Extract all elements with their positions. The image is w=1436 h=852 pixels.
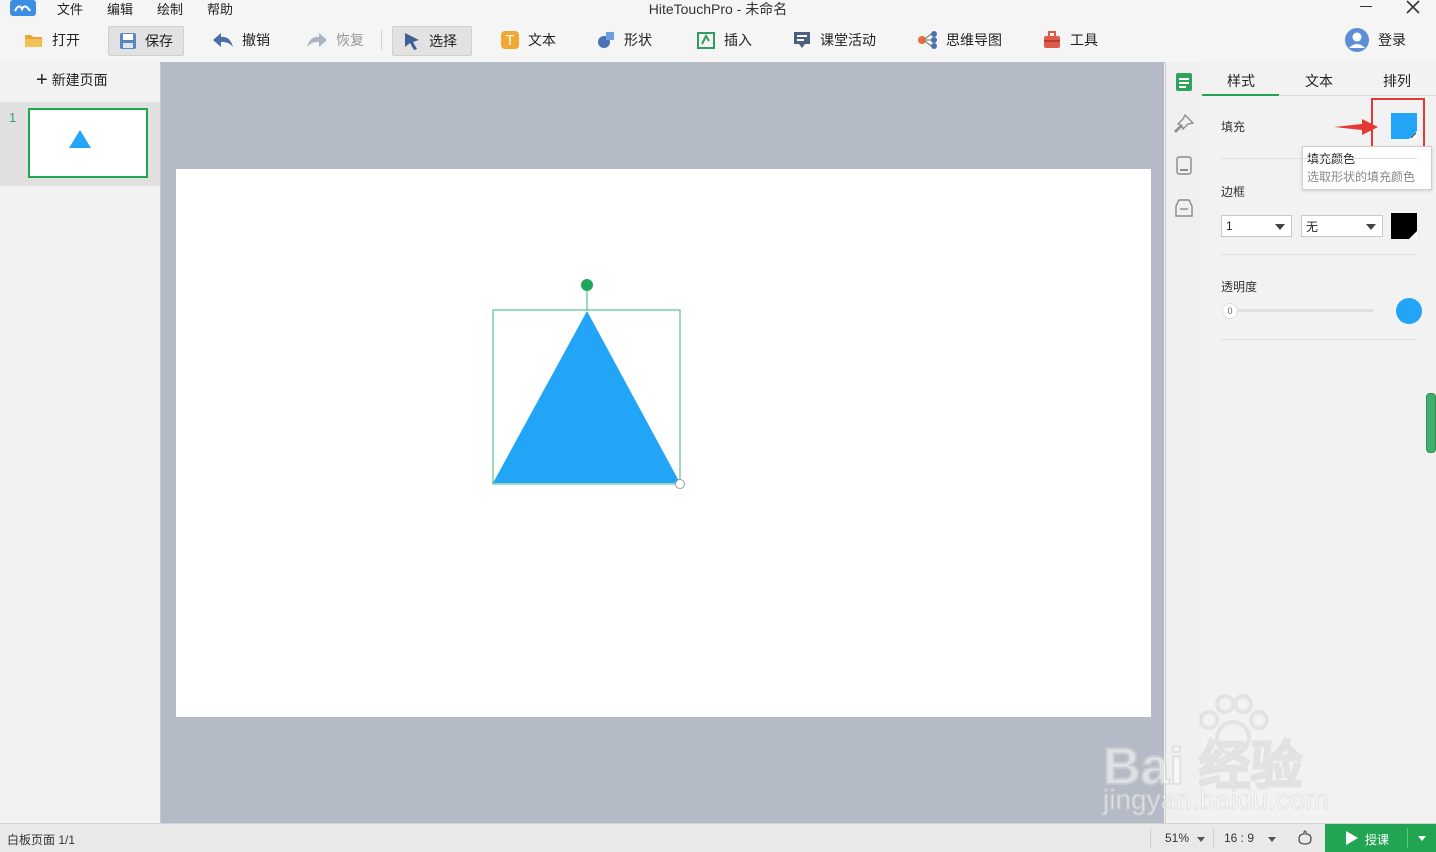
- toolbar-divider: [381, 30, 382, 50]
- triangle-shape[interactable]: [493, 311, 680, 483]
- animation-pin-icon[interactable]: [1174, 114, 1194, 134]
- open-label: 打开: [52, 32, 80, 48]
- style-doc-icon[interactable]: [1175, 72, 1193, 92]
- undo-label: 撤销: [242, 32, 270, 48]
- user-avatar-icon: [1345, 28, 1369, 52]
- rotation-handle[interactable]: [581, 279, 593, 291]
- select-label: 选择: [429, 33, 457, 49]
- class-activity-button[interactable]: 课堂活动: [792, 26, 876, 54]
- mind-map-icon: [918, 31, 937, 49]
- border-style-select[interactable]: 无: [1301, 215, 1383, 237]
- svg-text:T: T: [505, 34, 514, 49]
- shape-icon: [598, 32, 614, 48]
- class-activity-icon: [794, 32, 810, 48]
- mind-map-label: 思维导图: [946, 32, 1002, 48]
- mind-map-button[interactable]: 思维导图: [916, 26, 1002, 54]
- zoom-chevron-icon[interactable]: [1197, 837, 1205, 842]
- thumbnail-triangle: [69, 130, 91, 148]
- tab-arrange[interactable]: 排列: [1358, 71, 1436, 91]
- window-title: HiteTouchPro - 未命名: [648, 1, 788, 17]
- close-icon[interactable]: [1406, 0, 1420, 14]
- resize-handle[interactable]: [675, 479, 685, 489]
- text-icon: T: [501, 31, 519, 49]
- save-label: 保存: [145, 33, 173, 49]
- plus-icon: +: [36, 69, 48, 91]
- section-divider: [1221, 339, 1417, 340]
- title-bar: 文件 编辑 绘制 帮助 HiteTouchPro - 未命名: [0, 0, 1436, 18]
- aspect-ratio[interactable]: 16 : 9: [1224, 831, 1254, 845]
- toolbar: 打开 保存 撤销 恢复 选择 T 文本 形状 插入 课堂活动 思维导图 工具 登…: [0, 18, 1436, 63]
- tooltip-description: 选取形状的填充颜色: [1307, 170, 1416, 184]
- play-icon: [1346, 831, 1358, 845]
- status-divider: [1150, 828, 1151, 848]
- page-panel: + 新建页面 1: [0, 62, 161, 823]
- border-label: 边框: [1221, 185, 1246, 199]
- zoom-level[interactable]: 51%: [1165, 831, 1189, 845]
- tools-button[interactable]: 工具: [1042, 26, 1098, 54]
- text-label: 文本: [528, 32, 556, 48]
- resource-box-icon[interactable]: [1174, 198, 1194, 218]
- fill-label: 填充: [1221, 120, 1246, 134]
- teach-divider: [1407, 828, 1408, 848]
- insert-image-icon: [697, 32, 715, 49]
- border-width-select[interactable]: 1: [1221, 215, 1292, 237]
- open-button[interactable]: 打开: [24, 26, 80, 54]
- folder-icon: [25, 35, 43, 47]
- insert-label: 插入: [724, 32, 752, 48]
- teach-label: 授课: [1365, 833, 1390, 847]
- login-button[interactable]: 登录: [1344, 26, 1406, 54]
- insert-button[interactable]: 插入: [696, 26, 752, 54]
- undo-icon: [213, 33, 233, 47]
- tab-text[interactable]: 文本: [1280, 71, 1358, 91]
- teach-button[interactable]: 授课: [1325, 824, 1436, 852]
- teach-dropdown-icon[interactable]: [1418, 836, 1426, 841]
- page-thumbnail-item[interactable]: 1: [0, 102, 160, 186]
- login-label: 登录: [1378, 32, 1406, 48]
- select-button[interactable]: 选择: [392, 26, 472, 56]
- chevron-down-icon: [1366, 224, 1376, 230]
- tab-style[interactable]: 样式: [1202, 71, 1280, 91]
- redo-button[interactable]: 恢复: [306, 26, 364, 54]
- new-page-label: 新建页面: [51, 72, 108, 88]
- swatch-corner-icon: [1409, 231, 1417, 239]
- minimize-icon[interactable]: [1360, 6, 1372, 7]
- opacity-label: 透明度: [1221, 280, 1258, 294]
- class-activity-label: 课堂活动: [820, 32, 876, 48]
- border-width-value: 1: [1226, 219, 1233, 233]
- opacity-slider-thumb[interactable]: 0: [1222, 303, 1238, 319]
- baidu-watermark: Bai 经验 jingyan.baidu.com: [1102, 694, 1403, 816]
- panel-scrollbar[interactable]: [1426, 393, 1436, 453]
- tools-label: 工具: [1070, 32, 1098, 48]
- page-icon[interactable]: [1175, 156, 1193, 176]
- swatch-corner-icon: [1409, 131, 1417, 139]
- watermark-url: jingyan.baidu.com: [1103, 784, 1330, 816]
- text-button[interactable]: T 文本: [500, 26, 556, 54]
- section-divider: [1221, 158, 1417, 159]
- page-thumbnail[interactable]: [28, 108, 148, 178]
- hand-gesture-icon[interactable]: [1296, 830, 1314, 846]
- save-icon: [120, 33, 136, 49]
- status-bar: 白板页面 1/1 51% 16 : 9 授课: [0, 823, 1436, 852]
- opacity-color-preview: [1396, 298, 1422, 324]
- status-divider: [1213, 828, 1214, 848]
- opacity-slider-track[interactable]: [1230, 309, 1374, 312]
- page-info: 白板页面 1/1: [7, 833, 76, 847]
- new-page-button[interactable]: + 新建页面: [36, 70, 108, 90]
- undo-button[interactable]: 撤销: [212, 26, 270, 54]
- redo-icon: [307, 33, 327, 47]
- whiteboard-page[interactable]: [176, 169, 1151, 717]
- shape-button[interactable]: 形状: [596, 26, 652, 54]
- toolbox-icon: [1044, 31, 1060, 48]
- ratio-chevron-icon[interactable]: [1268, 837, 1276, 842]
- save-button[interactable]: 保存: [108, 26, 184, 56]
- active-tab-indicator: [1202, 94, 1279, 96]
- page-number: 1: [9, 110, 17, 125]
- section-divider: [1221, 254, 1417, 255]
- shape-label: 形状: [624, 32, 652, 48]
- border-style-value: 无: [1306, 219, 1319, 234]
- fill-tooltip: 填充颜色 选取形状的填充颜色: [1302, 146, 1432, 190]
- redo-label: 恢复: [336, 32, 364, 48]
- chevron-down-icon: [1275, 224, 1285, 230]
- cursor-arrow-icon: [405, 33, 419, 50]
